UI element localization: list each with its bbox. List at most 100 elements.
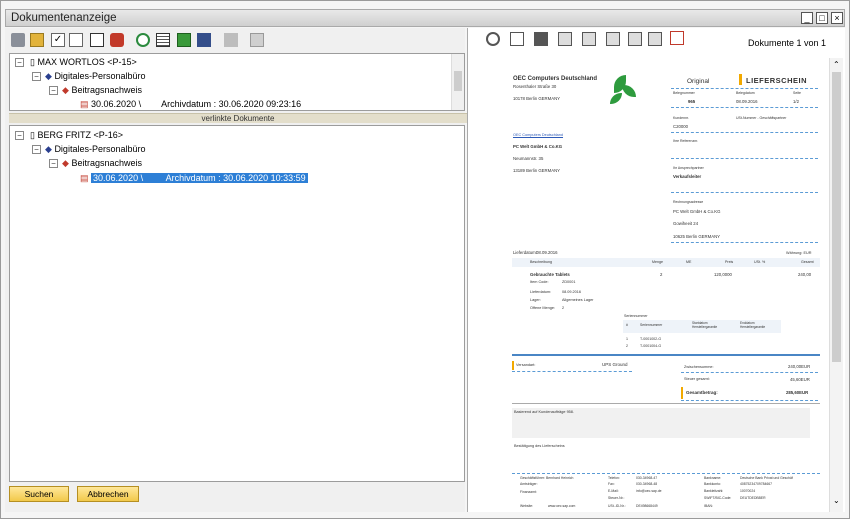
tree-leaf-document-selected[interactable]: ▤ 30.06.2020 \ Archivdatum : 30.06.2020 …: [80, 171, 308, 185]
calendar-icon[interactable]: [90, 33, 104, 47]
scroll-thumb[interactable]: [832, 72, 841, 362]
value-belegdatum: 08.09.2016: [736, 99, 758, 104]
doc-customer-street: Neumannstr. 35: [513, 156, 544, 161]
footer-text: Telefon:: [608, 476, 620, 480]
tree-root-max[interactable]: ▯ MAX WORTLOS <P-15>: [30, 55, 137, 69]
label-belegnr: Belegnummer: [673, 91, 695, 95]
document-page[interactable]: OEC Computers Deutschland Rosenthaler St…: [476, 58, 826, 512]
collapse-toggle[interactable]: −: [49, 86, 58, 95]
tree-root-berg[interactable]: ▯ BERG FRITZ <P-16>: [30, 128, 123, 142]
footer-text: Finanzamt:: [520, 490, 537, 494]
tree-node-label: Beitragsnachweis: [71, 85, 142, 95]
tree-leaf-document[interactable]: ▤ 30.06.2020 \ Archivdatum : 30.06.2020 …: [80, 97, 301, 111]
label-belegdatum: Belegdatum: [736, 91, 755, 95]
tree-node-beitragsnachweis[interactable]: ◆ Beitragsnachweis: [62, 83, 142, 97]
serial-index: 1: [626, 337, 628, 341]
tree-node-beitragsnachweis[interactable]: ◆ Beitragsnachweis: [62, 156, 142, 170]
footer-text: E-Mail:: [608, 489, 619, 493]
footer-text: Bankleitzahl:: [704, 489, 724, 493]
document-date: 30.06.2020 \: [93, 173, 144, 183]
collapse-toggle[interactable]: −: [32, 72, 41, 81]
refresh-icon[interactable]: [486, 32, 500, 46]
value-seite: 1/2: [793, 99, 799, 104]
label-versandart: Versandart:: [516, 363, 536, 367]
last-page-icon[interactable]: [628, 32, 642, 46]
footer-text: Fax:: [608, 482, 615, 486]
value-zwischensumme: 240,00EUR: [788, 364, 811, 369]
value-steuer: 45,60EUR: [790, 377, 810, 382]
detail-value: Allgemeines Lager: [562, 298, 594, 302]
divider: [512, 403, 820, 404]
serial-col: Startdatum Herstellergarantie: [692, 321, 718, 329]
doc-customer-name: PC Welt GmbH & Co.KG: [513, 144, 563, 149]
scroll-down-icon[interactable]: ⌄: [833, 496, 840, 505]
item-quantity: 2: [660, 272, 663, 277]
detail-label: Item Code:: [530, 280, 549, 284]
detail-value: ZD0001: [562, 280, 576, 284]
edit-document-icon[interactable]: [69, 33, 83, 47]
label-lieferdatum: Lieferdatum:: [513, 250, 537, 255]
checkbox-icon[interactable]: ✓: [51, 33, 65, 47]
scroll-up-icon[interactable]: ⌃: [833, 60, 840, 69]
tree-node-personalbuero[interactable]: ◆ Digitales-Personalbüro: [45, 69, 145, 83]
scan-icon[interactable]: [197, 33, 211, 47]
collapse-toggle[interactable]: −: [32, 145, 41, 154]
items-header: [512, 258, 820, 267]
footer-text: Bankname:: [704, 476, 722, 480]
collapse-toggle[interactable]: −: [15, 58, 24, 67]
footer-text: 40875234709784667: [740, 482, 773, 486]
value-versandart: UPS Ground: [602, 362, 628, 367]
viewer-scrollbar[interactable]: ⌃ ⌄: [829, 58, 843, 512]
export-icon[interactable]: [177, 33, 191, 47]
value-gesamtbetrag: 285,60EUR: [786, 390, 809, 395]
next-page-icon[interactable]: [606, 32, 620, 46]
archive-date: Archivdatum : 30.06.2020 10:33:59: [165, 173, 306, 183]
pdf-icon[interactable]: [670, 31, 684, 45]
item-price: 120,0000: [714, 272, 732, 277]
linked-documents-splitter[interactable]: verlinkte Dokumente: [9, 113, 467, 123]
collapse-toggle[interactable]: −: [49, 159, 58, 168]
footer-text: 030-34968-47: [636, 476, 658, 480]
divider: [671, 242, 818, 243]
footer-text: 10070024: [740, 489, 756, 493]
window-title: Dokumentenanzeige: [11, 12, 117, 24]
first-page-icon[interactable]: [558, 32, 572, 46]
collapse-toggle[interactable]: −: [15, 131, 24, 140]
tree-top-scrollbar[interactable]: [451, 54, 464, 110]
previous-page-icon[interactable]: [582, 32, 596, 46]
footer-text: DEUTDEDBBER: [740, 496, 766, 500]
doc-sender-link[interactable]: OEC Computers Deutschland: [513, 133, 563, 137]
car-icon[interactable]: [110, 33, 124, 47]
label-gesamtbetrag: Gesamtbetrag:: [686, 390, 718, 395]
folder-open-icon[interactable]: [30, 33, 44, 47]
history-icon[interactable]: [136, 33, 150, 47]
footer-text: Geschäftsführer: Bernhard Heinrich: [520, 476, 574, 480]
minimize-button[interactable]: _: [801, 12, 813, 24]
copy-icon[interactable]: [510, 32, 524, 46]
search-button[interactable]: Suchen: [9, 486, 69, 502]
divider: [671, 158, 818, 159]
save-icon[interactable]: [534, 32, 548, 46]
tree-root-label: BERG FRITZ <P-16>: [37, 130, 123, 140]
item-description: Gebrauchte Tablets: [530, 272, 570, 277]
label-seite: Seite: [793, 91, 801, 95]
label-ihre-ref: Ihre Referenznr.: [673, 139, 699, 143]
list-icon[interactable]: [156, 33, 170, 47]
save-icon[interactable]: [224, 33, 238, 47]
cancel-button[interactable]: Abbrechen: [77, 486, 139, 502]
divider: [671, 88, 818, 89]
rotate-icon[interactable]: [648, 32, 662, 46]
detail-label: Lieferdatum:: [530, 290, 552, 294]
tree-node-personalbuero[interactable]: ◆ Digitales-Personalbüro: [45, 142, 145, 156]
copy-icon[interactable]: [250, 33, 264, 47]
col-beschreibung: Beschreibung: [530, 260, 552, 264]
col-menge: Menge: [652, 260, 663, 264]
print-icon[interactable]: [11, 33, 25, 47]
close-button[interactable]: ×: [831, 12, 843, 24]
footer-text: SWIFT/BIC-Code:: [704, 496, 732, 500]
footer-text: USt.-ID-Nr.:: [608, 504, 626, 508]
document-date: 30.06.2020 \: [91, 99, 142, 109]
rech-line3: 10625 Berlin GERMANY: [673, 234, 721, 239]
doc-company-city: 10178 Berlin GERMANY: [513, 96, 561, 101]
maximize-button[interactable]: □: [816, 12, 828, 24]
